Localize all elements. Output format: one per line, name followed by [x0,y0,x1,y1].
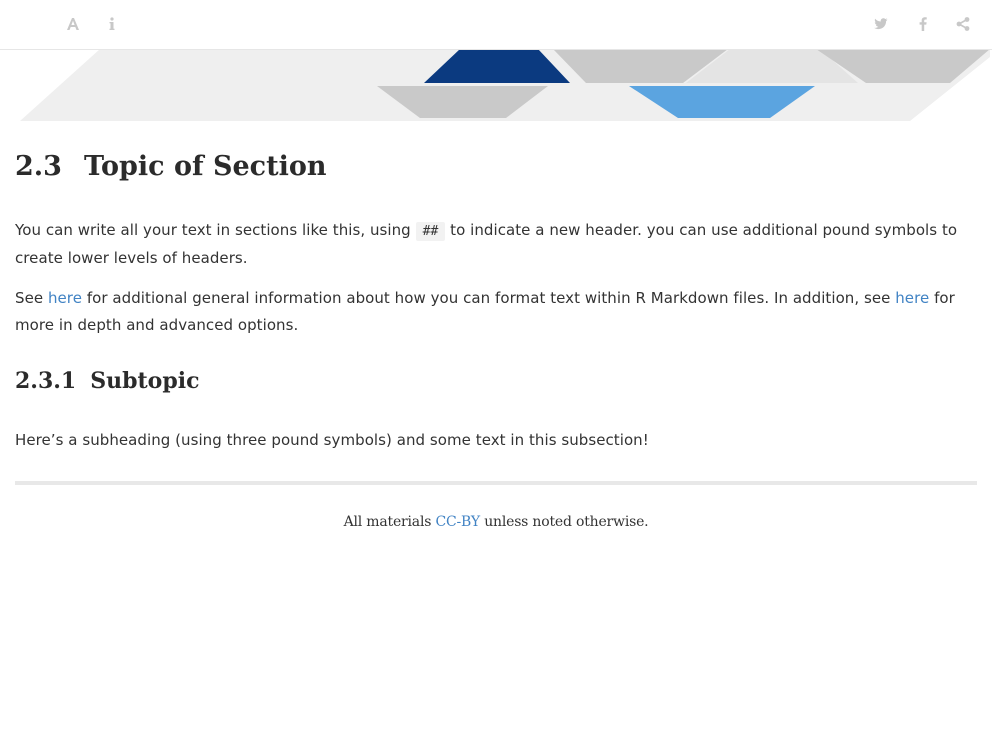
here-link-advanced[interactable]: here [895,289,929,307]
license-footer: All materials CC-BY unless noted otherwi… [15,514,977,530]
font-settings-icon[interactable] [61,12,85,36]
subsection-paragraph: Here’s a subheading (using three pound s… [15,427,977,454]
cc-by-link[interactable]: CC-BY [435,514,480,530]
footer-text: unless noted otherwise. [484,514,649,530]
share-icon[interactable] [951,12,975,36]
header-banner-image [20,49,990,121]
info-icon[interactable] [100,12,124,36]
here-link-general[interactable]: here [48,289,82,307]
intro-paragraph: You can write all your text in sections … [15,217,977,272]
footer-divider [15,481,977,485]
inline-code: ## [415,222,446,241]
paragraph-text: Here’s a subheading (using three pound s… [15,431,649,449]
twitter-icon[interactable] [869,12,893,36]
subsection-heading: 2.3.1 Subtopic [15,368,200,394]
paragraph-text: You can write all your text in sections … [15,221,411,239]
section-number: 2.3 [15,151,62,182]
resources-paragraph: See here for additional general informat… [15,285,977,339]
section-title: Topic of Section [83,151,327,182]
facebook-icon[interactable] [911,12,935,36]
subsection-number: 2.3.1 [15,368,77,394]
paragraph-text: for additional general information about… [86,289,891,307]
paragraph-text: See [15,289,44,307]
section-heading: 2.3 Topic of Section [15,151,326,182]
subsection-title: Subtopic [90,368,200,394]
footer-text: All materials [343,514,432,530]
book-toolbar [0,0,992,50]
